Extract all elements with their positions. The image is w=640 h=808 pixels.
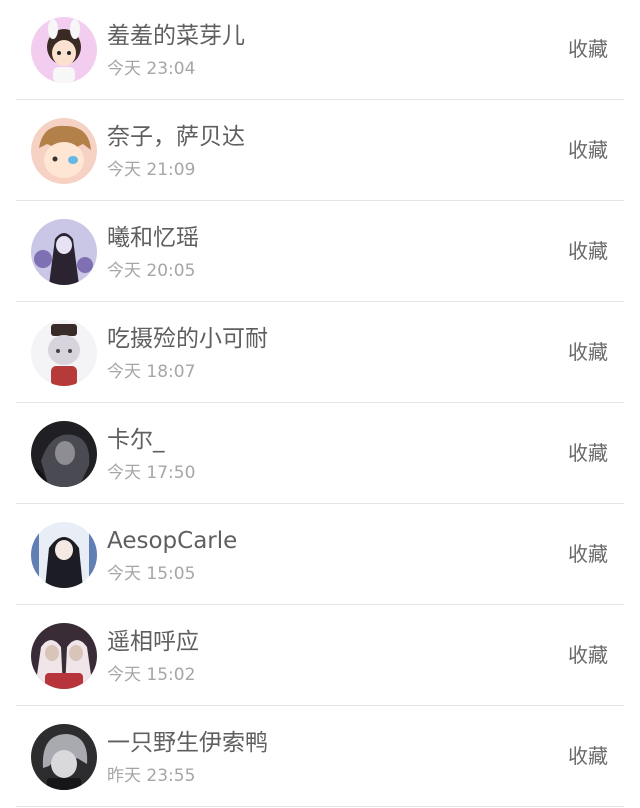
favorite-button[interactable]: 收藏 xyxy=(568,438,608,468)
user-avatar[interactable] xyxy=(31,522,97,588)
favorite-button[interactable]: 收藏 xyxy=(568,539,608,569)
timestamp: 今天 18:07 xyxy=(107,362,196,382)
user-avatar[interactable] xyxy=(31,118,97,184)
user-avatar[interactable] xyxy=(31,17,97,83)
timestamp: 今天 15:02 xyxy=(107,665,196,685)
favorite-button[interactable]: 收藏 xyxy=(568,640,608,670)
favorite-button[interactable]: 收藏 xyxy=(568,741,608,771)
favorite-button[interactable]: 收藏 xyxy=(568,34,608,64)
list-item[interactable]: 奈子，萨贝达 今天 21:09 收藏 xyxy=(16,101,624,201)
user-avatar[interactable] xyxy=(31,623,97,689)
user-name: 卡尔_ xyxy=(107,427,165,453)
user-name: 吃摄殓的小可耐 xyxy=(107,326,268,352)
user-name: 一只野生伊索鸭 xyxy=(107,730,268,756)
user-avatar[interactable] xyxy=(31,219,97,285)
list-item[interactable]: 卡尔_ 今天 17:50 收藏 xyxy=(16,404,624,504)
favorites-list: 羞羞的菜芽儿 今天 23:04 收藏 奈子，萨贝达 今天 21:09 收藏 曦和… xyxy=(0,0,640,808)
user-avatar[interactable] xyxy=(31,421,97,487)
list-item[interactable]: 吃摄殓的小可耐 今天 18:07 收藏 xyxy=(16,303,624,403)
user-name: 奈子，萨贝达 xyxy=(107,124,245,150)
list-item[interactable]: 一只野生伊索鸭 昨天 23:55 收藏 xyxy=(16,707,624,807)
timestamp: 今天 23:04 xyxy=(107,59,196,79)
user-avatar[interactable] xyxy=(31,320,97,386)
timestamp: 今天 15:05 xyxy=(107,564,196,584)
timestamp: 今天 17:50 xyxy=(107,463,196,483)
list-item[interactable]: 遥相呼应 今天 15:02 收藏 xyxy=(16,606,624,706)
list-item[interactable]: AesopCarle 今天 15:05 收藏 xyxy=(16,505,624,605)
timestamp: 今天 21:09 xyxy=(107,160,196,180)
user-avatar[interactable] xyxy=(31,724,97,790)
user-name: AesopCarle xyxy=(107,528,238,554)
user-name: 曦和忆瑶 xyxy=(107,225,199,251)
favorite-button[interactable]: 收藏 xyxy=(568,337,608,367)
user-name: 羞羞的菜芽儿 xyxy=(107,23,245,49)
favorite-button[interactable]: 收藏 xyxy=(568,135,608,165)
user-name: 遥相呼应 xyxy=(107,629,199,655)
list-item[interactable]: 曦和忆瑶 今天 20:05 收藏 xyxy=(16,202,624,302)
list-item[interactable]: 羞羞的菜芽儿 今天 23:04 收藏 xyxy=(16,0,624,100)
favorite-button[interactable]: 收藏 xyxy=(568,236,608,266)
timestamp: 昨天 23:55 xyxy=(107,766,196,786)
timestamp: 今天 20:05 xyxy=(107,261,196,281)
